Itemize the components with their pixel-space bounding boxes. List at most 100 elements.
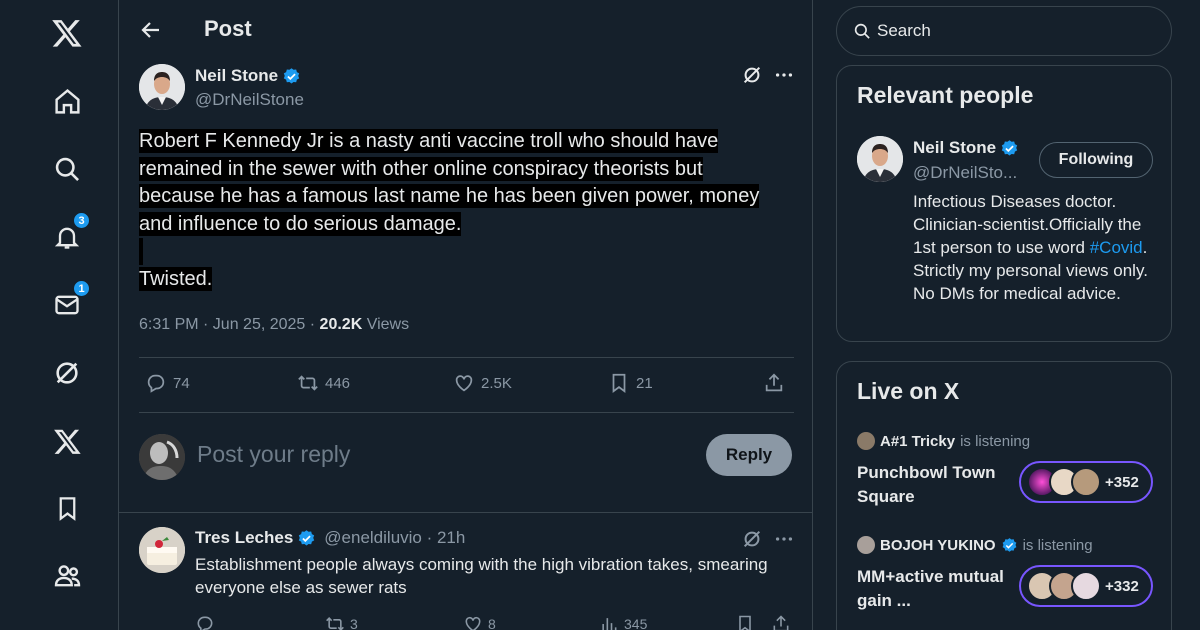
reply-button[interactable]: Reply: [706, 434, 792, 476]
reply-author-avatar[interactable]: [139, 527, 185, 573]
grok-explain-icon[interactable]: [741, 528, 763, 550]
relevant-person-name[interactable]: Neil Stone: [913, 138, 1019, 158]
reply-views-action[interactable]: 345: [599, 614, 647, 630]
repost-icon: [298, 375, 318, 391]
relevant-people-title: Relevant people: [857, 82, 1034, 108]
space-host-name: A#1 Tricky: [880, 432, 956, 450]
explore-search-icon[interactable]: [49, 151, 85, 187]
verified-badge-icon: [1001, 139, 1018, 156]
messages-badge: 1: [73, 280, 90, 297]
x-logo-icon[interactable]: [49, 15, 85, 51]
views-count: 20.2K: [319, 316, 363, 333]
search-placeholder: Search: [877, 21, 931, 40]
home-icon[interactable]: [49, 83, 85, 119]
divider: [139, 357, 794, 358]
bio-hashtag-link[interactable]: #Covid: [1090, 238, 1143, 257]
live-on-x-title: Live on X: [857, 378, 960, 404]
post-text-line: Twisted.: [139, 266, 213, 291]
listener-count: +352: [1105, 473, 1139, 491]
space-listeners[interactable]: +332: [1019, 565, 1153, 607]
bookmark-action[interactable]: 21: [608, 372, 653, 394]
space-host-row: BOJOH YUKINO is listening: [857, 536, 1093, 554]
relevant-people-card: Relevant people Neil Stone @DrNeilSto...…: [836, 65, 1172, 342]
reply-reply-action[interactable]: [195, 614, 215, 630]
space-host-name: BOJOH YUKINO: [880, 536, 996, 554]
post-body: Robert F Kennedy Jr is a nasty anti vacc…: [139, 128, 779, 293]
relevant-person-avatar[interactable]: [857, 136, 903, 182]
page-header: Post: [119, 0, 812, 60]
premium-x-icon[interactable]: [49, 423, 85, 459]
author-avatar[interactable]: [139, 64, 185, 110]
reply-like-action[interactable]: 8: [463, 614, 496, 630]
share-action[interactable]: [763, 372, 785, 394]
more-options-icon[interactable]: [773, 528, 795, 550]
notifications-badge: 3: [73, 212, 90, 229]
verified-badge-icon: [299, 529, 315, 546]
like-count: 2.5K: [481, 374, 512, 392]
reply-share-action[interactable]: [771, 614, 791, 630]
share-icon: [765, 373, 783, 392]
more-options-icon[interactable]: [773, 64, 795, 86]
section-divider: [119, 512, 812, 513]
current-user-avatar[interactable]: [139, 434, 185, 480]
post-actions: 74 446 2.5K 21: [139, 372, 794, 400]
listener-avatar: [1071, 571, 1101, 601]
back-arrow-icon[interactable]: [139, 18, 163, 42]
reply-author-name[interactable]: Tres Leches @eneldiluvio · 21h: [195, 528, 465, 548]
main-column: Post Neil Stone @DrNeilStone Robert F Ke…: [118, 0, 813, 630]
reply-repost-action[interactable]: 3: [325, 614, 358, 630]
reply-repost-count: 3: [350, 616, 358, 630]
heart-icon: [465, 616, 481, 630]
reply-bookmark-action[interactable]: [735, 614, 755, 630]
messages-envelope-icon[interactable]: 1: [49, 280, 90, 323]
reply-count: 74: [173, 374, 190, 392]
reply-bubble-icon: [147, 374, 165, 393]
notifications-bell-icon[interactable]: 3: [49, 212, 90, 255]
post-text-line: Robert F Kennedy Jr is a nasty anti vacc…: [139, 129, 719, 153]
repost-icon: [326, 617, 344, 630]
reply-actions: 3 8 345: [195, 614, 795, 630]
communities-icon[interactable]: [49, 557, 85, 593]
bookmarks-icon[interactable]: [49, 490, 85, 526]
space-title[interactable]: Punchbowl Town Square: [857, 461, 1017, 509]
page-title: Post: [204, 16, 252, 41]
post-text-line: because he has a famous last name he has…: [139, 184, 760, 208]
relevant-person-bio: Infectious Diseases doctor. Clinician-sc…: [913, 190, 1153, 305]
author-name[interactable]: Neil Stone: [195, 66, 301, 86]
reply-text: Establishment people always coming with …: [195, 555, 768, 597]
like-action[interactable]: 2.5K: [453, 372, 512, 394]
bookmark-icon: [739, 615, 751, 630]
heart-icon: [455, 375, 473, 392]
post-timestamp: 6:31 PM · Jun 25, 2025 · 20.2K Views: [139, 316, 409, 334]
reply-author-name-text: Tres Leches: [195, 528, 294, 547]
search-box[interactable]: Search: [836, 6, 1172, 56]
space-title[interactable]: MM+active mutual gain ...: [857, 565, 1017, 613]
author-handle[interactable]: @DrNeilStone: [195, 90, 304, 110]
blank-line-highlight: [139, 238, 143, 266]
space-host-status: is listening: [960, 432, 1031, 450]
reply-views-count: 345: [624, 616, 648, 630]
left-nav: 3 1: [0, 0, 118, 630]
reply-input[interactable]: Post your reply: [197, 441, 350, 468]
share-icon: [773, 615, 789, 630]
repost-action[interactable]: 446: [297, 372, 350, 394]
verified-badge-icon: [283, 67, 300, 84]
grok-icon[interactable]: [49, 355, 85, 391]
divider: [139, 412, 794, 413]
views-label: Views: [362, 316, 410, 333]
bookmark-icon: [612, 373, 626, 393]
live-on-x-card: Live on X A#1 Tricky is listening Punchb…: [836, 361, 1172, 630]
reply-action[interactable]: 74: [145, 372, 190, 394]
post-time-date[interactable]: 6:31 PM · Jun 25, 2025 ·: [139, 316, 320, 333]
reply-author-handle[interactable]: @eneldiluvio · 21h: [324, 528, 465, 548]
verified-badge-icon: [1002, 537, 1016, 552]
space-listeners[interactable]: +352: [1019, 461, 1153, 503]
grok-explain-icon[interactable]: [741, 64, 763, 86]
relevant-person-handle[interactable]: @DrNeilSto...: [913, 163, 1017, 183]
bookmark-count: 21: [636, 374, 653, 392]
listener-count: +332: [1105, 577, 1139, 595]
repost-count: 446: [325, 374, 351, 392]
space-host-avatar: [857, 432, 875, 450]
following-button[interactable]: Following: [1039, 142, 1153, 178]
listener-avatar: [1071, 467, 1101, 497]
